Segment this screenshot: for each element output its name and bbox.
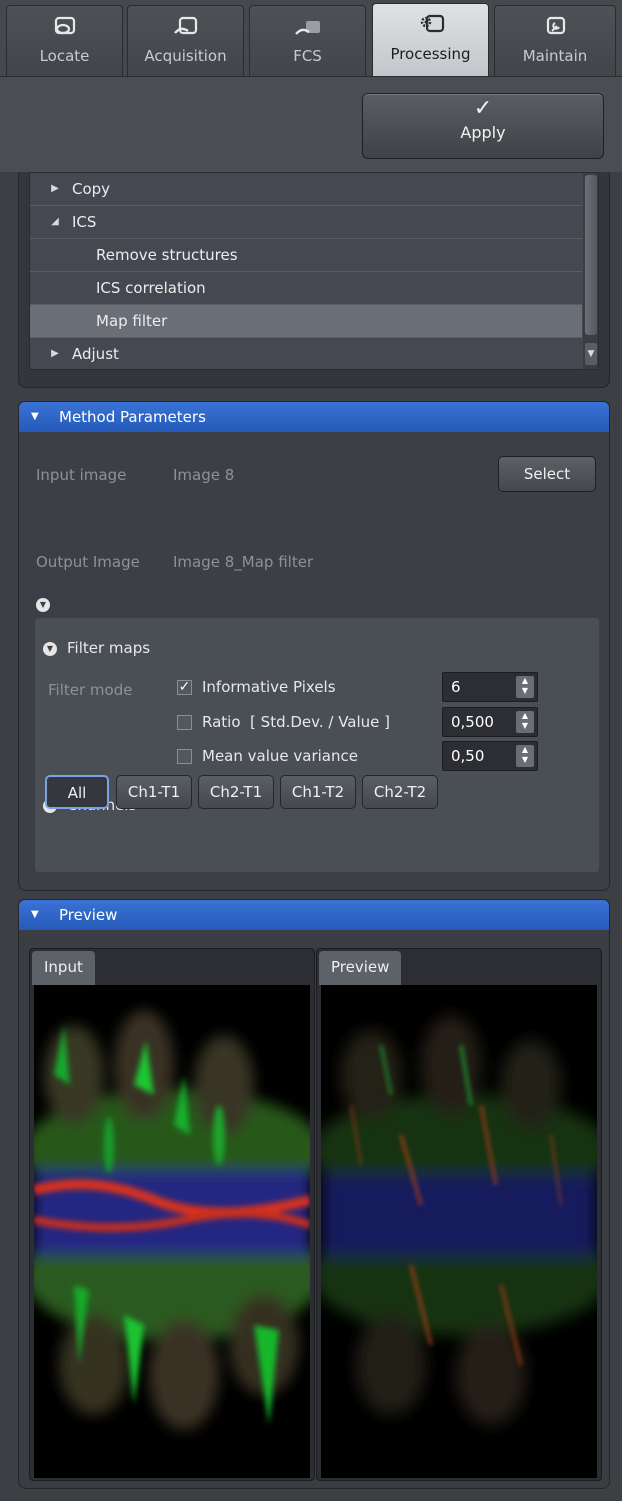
filter-maps-toggle-icon[interactable]: ▼ (43, 642, 57, 656)
output-image-label: Output Image (36, 553, 140, 571)
spinbox-value: 0,500 (451, 713, 494, 731)
tree-item-label: Remove structures (96, 246, 238, 264)
input-image-label: Input image (36, 466, 127, 484)
channel-button-ch1-t2[interactable]: Ch1-T2 (280, 775, 356, 809)
section-title: Method Parameters (59, 408, 206, 426)
maintain-icon (546, 16, 566, 35)
apply-button[interactable]: ✓ Apply (362, 93, 604, 159)
ratio-label: Ratio [ Std.Dev. / Value ] (202, 713, 391, 731)
tree-item-copy[interactable]: ▶ Copy (30, 173, 582, 206)
tab-label: Processing (390, 45, 471, 63)
spin-arrows-icon[interactable]: ▲ ▼ (516, 711, 534, 733)
preview-header[interactable]: ▼ Preview (19, 900, 609, 930)
ratio-spinbox[interactable]: 0,500 ▲ ▼ (442, 707, 538, 737)
spin-arrows-icon[interactable]: ▲ ▼ (516, 676, 534, 698)
collapse-triangle-icon[interactable]: ▼ (31, 900, 39, 930)
tab-processing[interactable]: Processing (372, 3, 489, 76)
method-tree: ▶ Copy ◢ ICS Remove structures ICS corre… (29, 172, 599, 370)
tab-bar: Locate Acquisition FCS Processing Mainta… (0, 0, 622, 76)
mean-value-variance-checkbox[interactable] (177, 749, 192, 764)
input-image-value: Image 8 (173, 466, 235, 484)
channel-button-all[interactable]: All (45, 775, 109, 809)
preview-tab[interactable]: Preview (319, 951, 402, 985)
tree-item-label: Adjust (72, 345, 119, 363)
tree-scrollbar[interactable]: ▼ (583, 173, 598, 369)
tab-fcs[interactable]: FCS (249, 5, 366, 76)
method-tree-panel: ▶ Copy ◢ ICS Remove structures ICS corre… (18, 172, 610, 388)
tree-item-label: Copy (72, 180, 111, 198)
informative-pixels-label: Informative Pixels (202, 678, 336, 696)
preview-image-view: Preview (316, 948, 602, 1481)
tree-item-label: Map filter (96, 312, 168, 330)
tab-label: Maintain (522, 47, 588, 65)
tree-item-remove-structures[interactable]: Remove structures (30, 239, 582, 272)
input-image-render (34, 985, 310, 1478)
scrollbar-thumb[interactable] (585, 175, 597, 335)
spinbox-value: 6 (451, 678, 461, 696)
tab-maintain[interactable]: Maintain (494, 5, 616, 76)
output-image-value: Image 8_Map filter (173, 553, 314, 571)
mean-value-variance-spinbox[interactable]: 0,50 ▲ ▼ (442, 741, 538, 771)
input-tab[interactable]: Input (32, 951, 95, 985)
scroll-down-icon[interactable]: ▼ (585, 343, 597, 365)
tree-item-map-filter[interactable]: Map filter (30, 305, 582, 338)
tab-label: FCS (293, 47, 322, 65)
tree-item-ics-correlation[interactable]: ICS correlation (30, 272, 582, 305)
tree-item-ics[interactable]: ◢ ICS (30, 206, 582, 239)
collapse-circle-icon[interactable]: ▼ (36, 598, 50, 612)
informative-pixels-checkbox[interactable]: ✓ (177, 680, 192, 695)
spin-arrows-icon[interactable]: ▲ ▼ (516, 745, 534, 767)
informative-pixels-spinbox[interactable]: 6 ▲ ▼ (442, 672, 538, 702)
channel-button-ch1-t1[interactable]: Ch1-T1 (116, 775, 192, 809)
fcs-icon (294, 21, 320, 35)
filter-maps-label: Filter maps (67, 639, 151, 657)
channel-button-ch2-t1[interactable]: Ch2-T1 (198, 775, 274, 809)
expand-arrow-icon[interactable]: ▶ (48, 173, 62, 205)
tree-item-label: ICS (72, 213, 97, 231)
input-microscopy-image (34, 985, 310, 1478)
apply-area: ✓ Apply (0, 76, 622, 172)
checkmark-icon: ✓ (473, 96, 493, 121)
method-parameters-panel: ▼ Method Parameters Input image Image 8 … (18, 401, 610, 891)
spinbox-value: 0,50 (451, 747, 485, 765)
tab-label: Acquisition (144, 47, 227, 65)
apply-label: Apply (460, 123, 506, 142)
collapse-arrow-icon[interactable]: ◢ (48, 206, 62, 238)
tree-item-label: ICS correlation (96, 279, 206, 297)
locate-icon (54, 16, 75, 35)
preview-panel: ▼ Preview Input Preview (18, 899, 610, 1489)
tree-item-adjust[interactable]: ▶ Adjust (30, 338, 582, 369)
processing-icon (420, 14, 444, 33)
tab-label: Locate (39, 47, 90, 65)
channel-button-ch2-t2[interactable]: Ch2-T2 (362, 775, 438, 809)
select-button[interactable]: Select (498, 456, 596, 492)
acquisition-icon (173, 16, 197, 35)
preview-image-render (321, 985, 597, 1478)
tab-locate[interactable]: Locate (6, 5, 123, 76)
method-parameters-header[interactable]: ▼ Method Parameters (19, 402, 609, 432)
filter-settings-panel: ▼ Filter maps Filter mode ✓ Informative … (35, 618, 599, 872)
input-image-view: Input (29, 948, 315, 1481)
tab-acquisition[interactable]: Acquisition (127, 5, 244, 76)
expand-arrow-icon[interactable]: ▶ (48, 338, 62, 369)
ratio-checkbox[interactable] (177, 715, 192, 730)
preview-microscopy-image (321, 985, 597, 1478)
collapse-triangle-icon[interactable]: ▼ (31, 402, 39, 432)
mean-value-variance-label: Mean value variance (202, 747, 358, 765)
section-title: Preview (59, 906, 118, 924)
filter-mode-label: Filter mode (48, 681, 133, 699)
